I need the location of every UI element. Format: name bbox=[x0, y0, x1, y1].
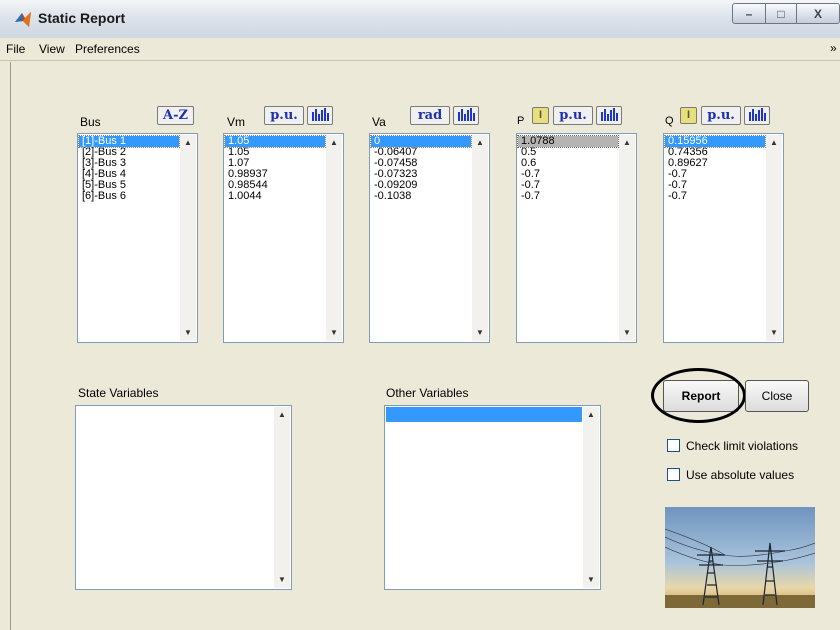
scroll-down-icon[interactable]: ▼ bbox=[274, 572, 290, 588]
vm-column-label: Vm bbox=[227, 115, 245, 129]
vm-listbox[interactable]: 1.05 1.05 1.07 0.98937 0.98544 1.0044 ▲ ▼ bbox=[223, 133, 344, 343]
p-unit-button[interactable]: p.u. bbox=[553, 106, 593, 125]
scroll-up-icon[interactable]: ▲ bbox=[583, 407, 599, 423]
matlab-logo-icon bbox=[15, 12, 31, 27]
close-button[interactable]: Close bbox=[745, 380, 809, 412]
q-listbox-scrollbar[interactable]: ▲ ▼ bbox=[766, 135, 782, 341]
scroll-up-icon[interactable]: ▲ bbox=[180, 135, 196, 151]
window-title: Static Report bbox=[38, 10, 126, 26]
p-bar-chart-button[interactable] bbox=[596, 106, 622, 125]
va-listbox[interactable]: 0 -0.06407 -0.07458 -0.07323 -0.09209 -0.1038… bbox=[369, 133, 490, 343]
list-item[interactable]: -0.1038 bbox=[371, 191, 471, 202]
va-column-label: Va bbox=[372, 115, 386, 129]
list-item[interactable]: -0.7 bbox=[518, 191, 618, 202]
bus-column-label: Bus bbox=[80, 115, 101, 129]
state-variables-listbox[interactable]: ▲ ▼ bbox=[75, 405, 292, 590]
sort-az-button[interactable]: A-Z bbox=[157, 106, 194, 125]
bus-listbox-scrollbar[interactable]: ▲ ▼ bbox=[180, 135, 196, 341]
menu-file[interactable]: File bbox=[6, 42, 25, 56]
vm-bar-chart-button[interactable] bbox=[307, 106, 333, 125]
list-item[interactable]: [6]-Bus 6 bbox=[79, 191, 179, 202]
use-absolute-values-label: Use absolute values bbox=[686, 468, 795, 482]
va-listbox-scrollbar[interactable]: ▲ ▼ bbox=[472, 135, 488, 341]
static-report-window: Static Report – □ X File View Preference… bbox=[0, 0, 840, 630]
menu-view[interactable]: View bbox=[39, 42, 65, 56]
p-info-button[interactable]: I bbox=[532, 107, 549, 124]
list-item[interactable]: 1.0044 bbox=[225, 191, 325, 202]
menu-overflow-icon[interactable]: » bbox=[830, 41, 837, 55]
report-highlight-circle bbox=[651, 368, 746, 423]
q-column-label: Q bbox=[665, 115, 674, 127]
scroll-down-icon[interactable]: ▼ bbox=[583, 572, 599, 588]
other-variables-scrollbar[interactable]: ▲ ▼ bbox=[583, 407, 599, 588]
scroll-down-icon[interactable]: ▼ bbox=[766, 325, 782, 341]
va-unit-button[interactable]: rad bbox=[410, 106, 450, 125]
scroll-up-icon[interactable]: ▲ bbox=[274, 407, 290, 423]
use-absolute-values-checkbox[interactable] bbox=[667, 468, 680, 481]
title-bar[interactable]: Static Report – □ X bbox=[0, 0, 840, 39]
scroll-down-icon[interactable]: ▼ bbox=[472, 325, 488, 341]
scroll-up-icon[interactable]: ▲ bbox=[619, 135, 635, 151]
q-info-button[interactable]: I bbox=[680, 107, 697, 124]
maximize-button[interactable]: □ bbox=[765, 3, 797, 24]
vm-listbox-scrollbar[interactable]: ▲ ▼ bbox=[326, 135, 342, 341]
power-lines-photo bbox=[665, 507, 815, 608]
p-listbox-scrollbar[interactable]: ▲ ▼ bbox=[619, 135, 635, 341]
p-column-label: P bbox=[517, 115, 525, 127]
p-listbox[interactable]: 1.0788 0.5 0.6 -0.7 -0.7 -0.7 ▲ ▼ bbox=[516, 133, 637, 343]
vm-unit-button[interactable]: p.u. bbox=[264, 106, 304, 125]
scroll-up-icon[interactable]: ▲ bbox=[326, 135, 342, 151]
minimize-button[interactable]: – bbox=[732, 3, 766, 24]
other-variables-selected-row[interactable] bbox=[386, 407, 582, 422]
list-item[interactable]: -0.7 bbox=[665, 191, 765, 202]
bus-listbox[interactable]: [1]-Bus 1 [2]-Bus 2 [3]-Bus 3 [4]-Bus 4 [5]-… bbox=[77, 133, 198, 343]
scroll-down-icon[interactable]: ▼ bbox=[326, 325, 342, 341]
other-variables-listbox[interactable]: ▲ ▼ bbox=[384, 405, 601, 590]
check-limit-violations-checkbox[interactable] bbox=[667, 439, 680, 452]
q-bar-chart-button[interactable] bbox=[744, 106, 770, 125]
menu-bar: File View Preferences » bbox=[0, 38, 840, 61]
q-unit-button[interactable]: p.u. bbox=[701, 106, 741, 125]
other-variables-label: Other Variables bbox=[386, 386, 469, 400]
state-variables-scrollbar[interactable]: ▲ ▼ bbox=[274, 407, 290, 588]
state-variables-label: State Variables bbox=[78, 386, 159, 400]
scroll-up-icon[interactable]: ▲ bbox=[472, 135, 488, 151]
menu-preferences[interactable]: Preferences bbox=[75, 42, 140, 56]
scroll-up-icon[interactable]: ▲ bbox=[766, 135, 782, 151]
close-window-button[interactable]: X bbox=[796, 3, 840, 24]
va-bar-chart-button[interactable] bbox=[453, 106, 479, 125]
scroll-down-icon[interactable]: ▼ bbox=[180, 325, 196, 341]
scroll-down-icon[interactable]: ▼ bbox=[619, 325, 635, 341]
q-listbox[interactable]: 0.15956 0.74356 0.89627 -0.7 -0.7 -0.7 ▲ ▼ bbox=[663, 133, 784, 343]
check-limit-violations-label: Check limit violations bbox=[686, 439, 799, 453]
